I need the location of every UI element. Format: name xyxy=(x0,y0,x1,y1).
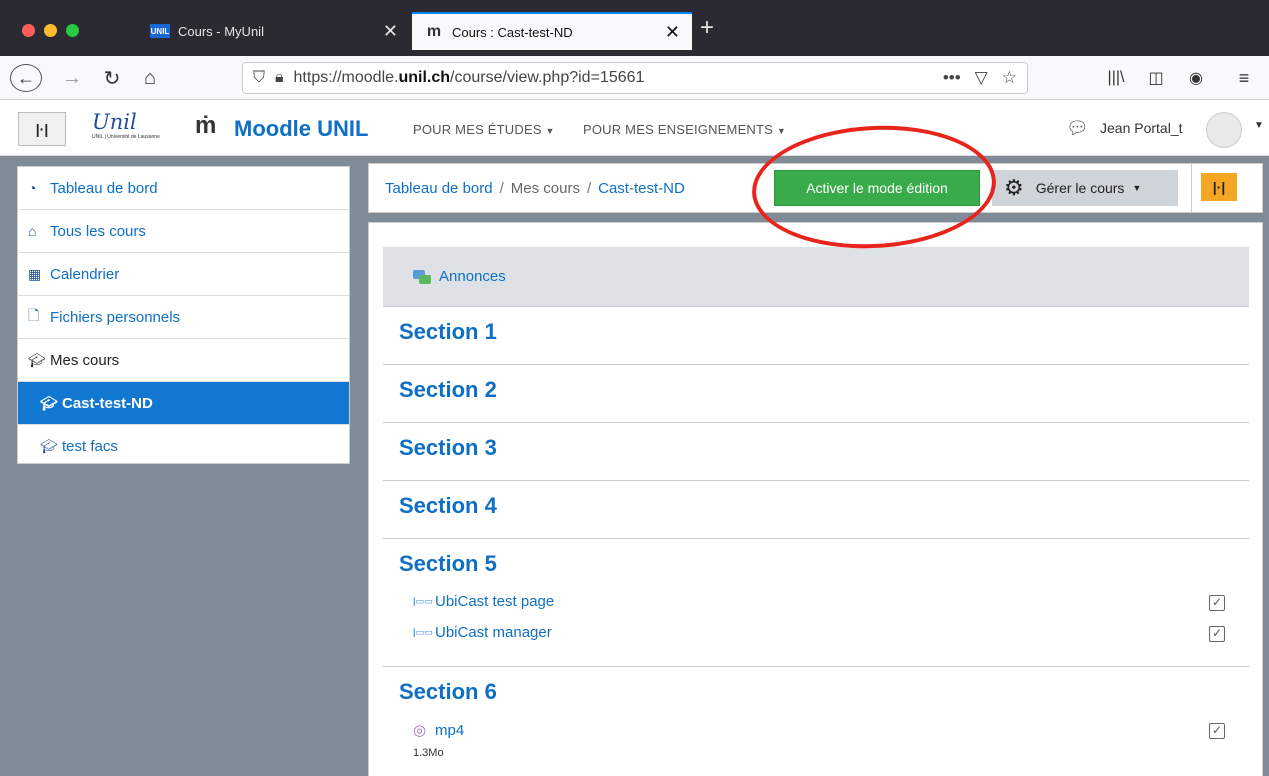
caret-down-icon: ▼ xyxy=(545,126,555,136)
lock-icon: 🔒︎ xyxy=(275,69,284,86)
announcements-link[interactable]: Annonces xyxy=(439,268,506,285)
video-file-icon: ◎ xyxy=(413,722,427,739)
sidebar-item-label: Mes cours xyxy=(50,351,120,369)
sidebar-item-label: test facs xyxy=(62,438,118,455)
caret-down-icon[interactable]: ▼ xyxy=(1254,120,1264,131)
home-icon: ⌂ xyxy=(28,223,37,239)
section-title[interactable]: Section 5 xyxy=(399,551,497,577)
ubicast-icon: |▭▭ xyxy=(413,596,433,606)
moodle-header: |·| Unil UNIL | Université de Lausanne ṁ… xyxy=(0,100,1269,156)
divider xyxy=(1191,164,1192,212)
tab-title: Cours : Cast-test-ND xyxy=(452,24,573,40)
graduation-cap-icon: 🎓︎ xyxy=(40,438,58,454)
close-tab-icon[interactable]: ✕ xyxy=(665,22,680,43)
bookmark-star-icon[interactable]: ☆ xyxy=(1002,68,1017,88)
ubicast-icon: |▭▭ xyxy=(413,627,433,637)
block-drawer-toggle-icon[interactable]: |·| xyxy=(1201,173,1237,201)
reload-icon[interactable]: ↻ xyxy=(98,64,126,92)
section-3: Section 3 xyxy=(383,423,1249,481)
home-icon[interactable]: ⌂ xyxy=(136,64,164,92)
sidebar-item-calendar[interactable]: ▦ Calendrier xyxy=(18,253,349,296)
menu-mes-enseignements[interactable]: POUR MES ENSEIGNEMENTS ▼ xyxy=(583,122,786,137)
library-icon[interactable]: |||\ xyxy=(1102,64,1130,92)
caret-down-icon: ▼ xyxy=(1132,183,1142,193)
moodle-favicon-icon: m xyxy=(426,23,442,40)
completion-checkbox[interactable]: ✓ xyxy=(1209,626,1225,642)
shield-icon[interactable]: ⛉ xyxy=(253,69,265,87)
graduation-cap-icon: 🎓︎ xyxy=(40,394,58,411)
section-5: Section 5 |▭▭ UbiCast test page ✓ |▭▭ Ub… xyxy=(383,539,1249,667)
tab-title: Cours - MyUnil xyxy=(178,23,264,39)
sidebar-item-label: Fichiers personnels xyxy=(50,308,181,326)
breadcrumb-dashboard[interactable]: Tableau de bord xyxy=(385,180,493,197)
site-name[interactable]: Moodle UNIL xyxy=(234,116,368,142)
avatar[interactable] xyxy=(1206,112,1242,148)
close-tab-icon[interactable]: ✕ xyxy=(383,21,398,42)
activity-ubicast-test-page[interactable]: |▭▭ UbiCast test page xyxy=(413,593,554,610)
moodle-logo-icon: ṁ xyxy=(195,112,217,139)
completion-checkbox[interactable]: ✓ xyxy=(1209,595,1225,611)
caret-down-icon: ▼ xyxy=(776,126,786,136)
section-title[interactable]: Section 6 xyxy=(399,679,497,705)
user-name[interactable]: Jean Portal_t xyxy=(1100,120,1183,136)
url-text: https://moodle.unil.ch/course/view.php?i… xyxy=(293,69,645,86)
maximize-window-icon[interactable] xyxy=(66,24,79,37)
section-1: Section 1 xyxy=(383,307,1249,365)
sidebar-item-label: Tous les cours xyxy=(50,222,146,240)
browser-nav-bar: ← → ↻ ⌂ ⛉ 🔒︎ https://moodle.unil.ch/cour… xyxy=(0,56,1269,100)
section-title[interactable]: Section 2 xyxy=(399,377,497,403)
minimize-window-icon[interactable] xyxy=(44,24,57,37)
sidebar-item-label: Calendrier xyxy=(50,265,120,283)
activity-mp4[interactable]: ◎ mp4 xyxy=(413,721,464,740)
sidebar-item-test-facs[interactable]: 🎓︎ test facs xyxy=(18,425,349,468)
drawer-toggle-icon[interactable]: |·| xyxy=(18,112,66,146)
back-arrow-icon[interactable]: ← xyxy=(10,64,42,92)
sidebar-item-cast-test-nd[interactable]: 🎓︎ Cast-test-ND xyxy=(18,382,349,425)
breadcrumb-my-courses: Mes cours xyxy=(510,180,580,197)
sidebar-item-label: Tableau de bord xyxy=(50,179,158,197)
section-6: Section 6 ◎ mp4 1.3Mo ✓ xyxy=(383,667,1249,776)
hamburger-menu-icon[interactable]: ≡ xyxy=(1230,64,1258,92)
menu-mes-etudes[interactable]: POUR MES ÉTUDES ▼ xyxy=(413,122,555,137)
browser-tab-myunil[interactable]: UNIL Cours - MyUnil ✕ xyxy=(138,12,410,50)
breadcrumb: Tableau de bord / Mes cours / Cast-test-ND xyxy=(385,180,685,197)
calendar-icon: ▦ xyxy=(28,265,42,282)
activity-ubicast-manager[interactable]: |▭▭ UbiCast manager xyxy=(413,624,552,641)
section-title[interactable]: Section 3 xyxy=(399,435,497,461)
more-actions-icon[interactable]: ••• xyxy=(943,68,961,88)
unil-logo[interactable]: Unil UNIL | Université de Lausanne xyxy=(92,110,190,146)
browser-tab-course[interactable]: m Cours : Cast-test-ND ✕ xyxy=(412,12,692,50)
sidebar-item-my-courses: 🎓︎ Mes cours xyxy=(18,339,349,382)
course-content: Annonces Section 1 Section 2 Section 3 S… xyxy=(368,222,1263,776)
forum-icon xyxy=(413,269,431,284)
new-tab-icon[interactable]: + xyxy=(700,14,714,42)
close-window-icon[interactable] xyxy=(22,24,35,37)
gear-icon: ⚙ xyxy=(1004,175,1024,200)
left-navigation: ◔ Tableau de bord ⌂ Tous les cours ▦ Cal… xyxy=(17,166,350,464)
browser-tab-bar: UNIL Cours - MyUnil ✕ m Cours : Cast-tes… xyxy=(0,0,1269,56)
manage-course-button[interactable]: ⚙ Gérer le cours ▼ xyxy=(992,170,1178,206)
account-icon[interactable]: ◉ xyxy=(1182,64,1210,92)
graduation-cap-icon: 🎓︎ xyxy=(28,351,46,368)
sidebar-item-dashboard[interactable]: ◔ Tableau de bord xyxy=(18,167,349,210)
announcements-forum[interactable]: Annonces xyxy=(383,247,1249,307)
unil-favicon-icon: UNIL xyxy=(150,24,170,38)
breadcrumb-course[interactable]: Cast-test-ND xyxy=(598,180,685,197)
section-title[interactable]: Section 4 xyxy=(399,493,497,519)
file-size: 1.3Mo xyxy=(413,747,444,759)
file-icon: 🗋︎ xyxy=(28,307,40,323)
sidebar-item-all-courses[interactable]: ⌂ Tous les cours xyxy=(18,210,349,253)
url-bar[interactable]: ⛉ 🔒︎ https://moodle.unil.ch/course/view.… xyxy=(242,62,1028,94)
section-title[interactable]: Section 1 xyxy=(399,319,497,345)
sidebar-item-personal-files[interactable]: 🗋︎ Fichiers personnels xyxy=(18,296,349,339)
dashboard-icon: ◔ xyxy=(28,180,37,196)
forward-arrow-icon[interactable]: → xyxy=(58,64,86,92)
sidebar-item-label: Cast-test-ND xyxy=(62,394,153,412)
pocket-icon[interactable]: ▽ xyxy=(975,68,988,88)
sidebar-icon[interactable]: ◫ xyxy=(1142,64,1170,92)
section-4: Section 4 xyxy=(383,481,1249,539)
completion-checkbox[interactable]: ✓ xyxy=(1209,723,1225,739)
messages-icon[interactable]: 💬︎ xyxy=(1066,118,1089,139)
section-2: Section 2 xyxy=(383,365,1249,423)
